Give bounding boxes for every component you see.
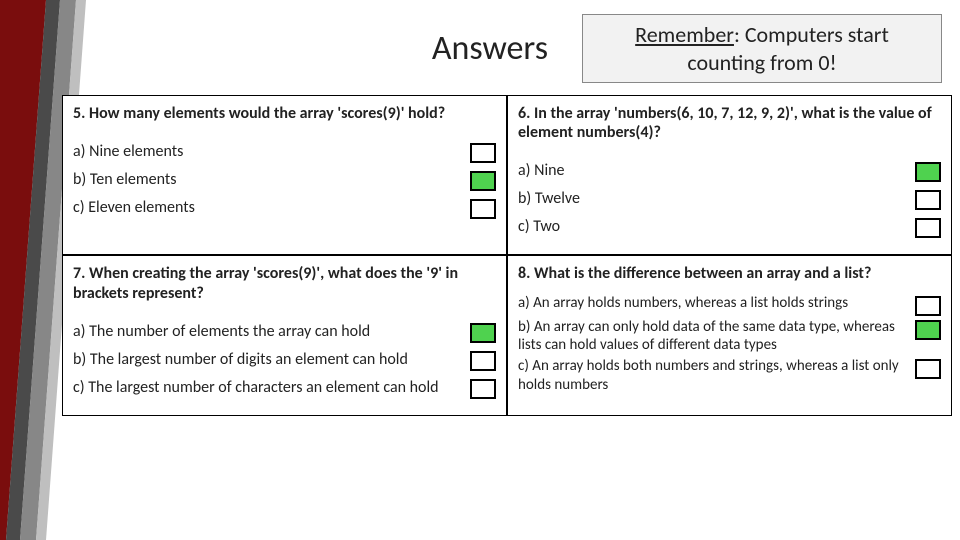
option-text: b) The largest number of digits an eleme… xyxy=(73,349,460,371)
option-row: a) Nine xyxy=(518,160,941,182)
remember-label: Remember xyxy=(635,21,734,48)
option-row: a) Nine elements xyxy=(73,141,496,163)
option-row: c) An array holds both numbers and strin… xyxy=(518,357,941,395)
option-text: a) The number of elements the array can … xyxy=(73,321,460,343)
option-row: c) Two xyxy=(518,216,941,238)
answer-box xyxy=(470,351,496,371)
option-row: c) Eleven elements xyxy=(73,197,496,219)
question-7: 7. When creating the array 'scores(9)', … xyxy=(62,255,507,415)
question-text: 7. When creating the array 'scores(9)', … xyxy=(73,264,496,302)
option-text: c) Eleven elements xyxy=(73,197,460,219)
question-text: 8. What is the difference between an arr… xyxy=(518,264,941,283)
answer-box xyxy=(470,323,496,343)
answer-box xyxy=(915,320,941,340)
option-row: b) Ten elements xyxy=(73,169,496,191)
option-text: a) Nine xyxy=(518,160,905,182)
option-text: b) Ten elements xyxy=(73,169,460,191)
answer-box xyxy=(915,296,941,316)
answer-box xyxy=(470,143,496,163)
answer-box xyxy=(915,359,941,379)
answer-box xyxy=(470,379,496,399)
answer-box xyxy=(915,162,941,182)
question-text: 5. How many elements would the array 'sc… xyxy=(73,104,496,123)
answer-box xyxy=(915,218,941,238)
option-row: a) An array holds numbers, whereas a lis… xyxy=(518,294,941,316)
answer-box xyxy=(470,199,496,219)
option-row: c) The largest number of characters an e… xyxy=(73,377,496,399)
question-5: 5. How many elements would the array 'sc… xyxy=(62,95,507,255)
option-row: b) The largest number of digits an eleme… xyxy=(73,349,496,371)
question-text: 6. In the array 'numbers(6, 10, 7, 12, 9… xyxy=(518,104,941,142)
option-text: a) Nine elements xyxy=(73,141,460,163)
option-text: b) Twelve xyxy=(518,188,905,210)
option-row: b) Twelve xyxy=(518,188,941,210)
option-text: c) The largest number of characters an e… xyxy=(73,377,460,399)
option-row: a) The number of elements the array can … xyxy=(73,321,496,343)
option-text: a) An array holds numbers, whereas a lis… xyxy=(518,294,905,313)
option-text: c) An array holds both numbers and strin… xyxy=(518,357,905,395)
answer-box xyxy=(915,190,941,210)
option-row: b) An array can only hold data of the sa… xyxy=(518,318,941,356)
answer-box xyxy=(470,171,496,191)
question-8: 8. What is the difference between an arr… xyxy=(507,255,952,415)
option-text: b) An array can only hold data of the sa… xyxy=(518,318,905,356)
page-title: Answers xyxy=(432,28,548,69)
questions-grid: 5. How many elements would the array 'sc… xyxy=(62,95,952,416)
option-text: c) Two xyxy=(518,216,905,238)
remember-box: Remember: Computers start counting from … xyxy=(582,14,942,83)
question-6: 6. In the array 'numbers(6, 10, 7, 12, 9… xyxy=(507,95,952,255)
